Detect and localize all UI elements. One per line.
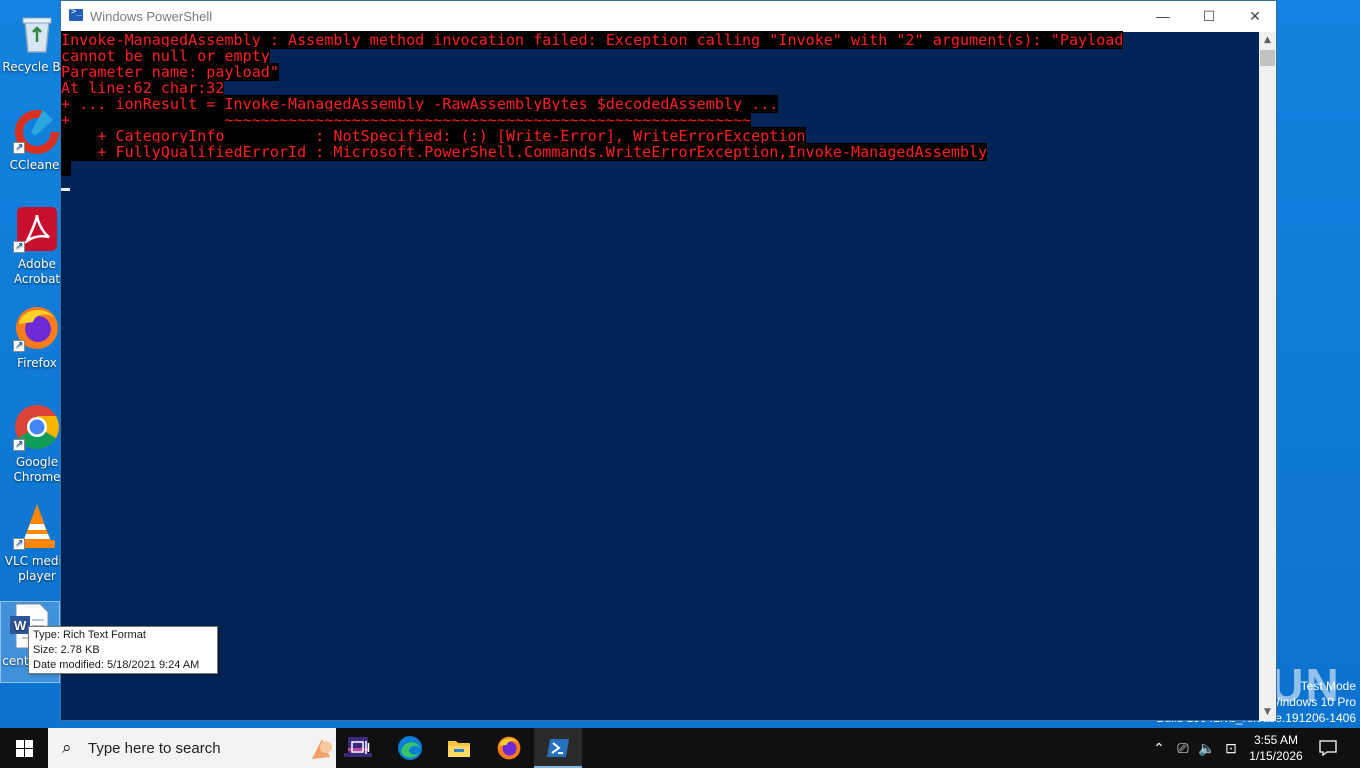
- recycle-bin-icon: [13, 8, 61, 56]
- vlc-icon: [13, 502, 61, 551]
- vertical-scrollbar[interactable]: ▲ ▼: [1259, 32, 1276, 721]
- console-output[interactable]: Invoke-ManagedAssembly : Assembly method…: [61, 31, 1260, 721]
- powershell-window[interactable]: Windows PowerShell — ☐ ✕ Invoke-ManagedA…: [60, 0, 1277, 721]
- windows-logo-pane: [16, 749, 24, 757]
- tooltip-size: Size: 2.78 KB: [33, 644, 100, 656]
- clock-date: 1/15/2026: [1249, 749, 1303, 763]
- chrome-icon: [13, 403, 61, 452]
- console-line: + CategoryInfo : NotSpecified: (:) [Writ…: [61, 127, 806, 145]
- windows-logo-icon: [16, 740, 24, 748]
- desktop-icon-label: Adobe Acrobat: [13, 257, 61, 286]
- console-cursor-line: [61, 176, 1260, 192]
- taskbar: ⌕ Type here to search ⌃ ⎚ 🔈 ⊡ 3:55 AM 1/…: [0, 728, 1360, 768]
- shortcut-arrow-icon: [13, 239, 25, 254]
- show-hidden-icons-chevron-icon[interactable]: ⌃: [1148, 728, 1170, 768]
- shortcut-arrow-icon: [13, 140, 25, 155]
- console-line: + FullyQualifiedErrorId : Microsoft.Powe…: [61, 143, 988, 161]
- edge-taskbar-button[interactable]: [386, 728, 434, 768]
- console-line: Invoke-ManagedAssembly : Assembly method…: [61, 31, 1124, 49]
- close-button[interactable]: ✕: [1232, 1, 1278, 32]
- windows-logo-pane: [25, 740, 33, 748]
- minimize-button[interactable]: —: [1140, 1, 1186, 32]
- text-cursor: [61, 188, 70, 191]
- console-prompt-line: [61, 160, 1260, 176]
- search-icon: ⌕: [62, 738, 72, 757]
- scroll-up-arrow-icon[interactable]: ▲: [1259, 32, 1276, 49]
- desktop-icon-label: Firefox: [17, 356, 57, 370]
- powershell-icon: [547, 739, 569, 757]
- console-line: Parameter name: payload": [61, 63, 279, 81]
- powershell-icon: [69, 7, 83, 21]
- edge-icon: [398, 736, 422, 760]
- desktop-icon-label: CCleaner: [9, 158, 65, 172]
- taskbar-clock[interactable]: 3:55 AM 1/15/2026: [1244, 732, 1308, 764]
- scroll-down-arrow-icon[interactable]: ▼: [1259, 704, 1276, 721]
- network-status-icon[interactable]: ⎚: [1172, 728, 1194, 768]
- window-titlebar[interactable]: Windows PowerShell — ☐ ✕: [61, 1, 1276, 32]
- file-explorer-taskbar-button[interactable]: [435, 728, 483, 768]
- console-line: + ... ionResult = Invoke-ManagedAssembly…: [61, 95, 779, 113]
- window-title: Windows PowerShell: [90, 9, 213, 24]
- tooltip-type: Type: Rich Text Format: [33, 629, 146, 641]
- console-cursor-cell: [61, 160, 71, 176]
- search-placeholder: Type here to search: [88, 740, 221, 757]
- svg-text:W: W: [14, 618, 27, 633]
- notifications-button[interactable]: [1316, 728, 1340, 768]
- ccleaner-icon: [13, 106, 61, 155]
- volume-icon[interactable]: 🔈: [1196, 728, 1218, 768]
- task-view-icon: [351, 741, 370, 754]
- shortcut-arrow-icon: [13, 536, 25, 551]
- desktop-icon-label: Google Chrome: [13, 455, 61, 484]
- notification-icon: [1319, 740, 1337, 757]
- shortcut-arrow-icon: [13, 338, 25, 353]
- start-button[interactable]: [0, 728, 48, 768]
- firefox-icon: [13, 304, 61, 353]
- file-tooltip: Type: Rich Text Format Size: 2.78 KB Dat…: [28, 626, 218, 674]
- console-line: At line:62 char:32: [61, 79, 225, 97]
- clock-time: 3:55 AM: [1253, 733, 1299, 747]
- windows-logo-pane: [25, 749, 33, 757]
- folder-icon: [448, 741, 470, 757]
- scrollbar-thumb[interactable]: [1260, 50, 1275, 66]
- console-line: + ~~~~~~~~~~~~~~~~~~~~~~~~~~~~~~~~~~~~~~…: [61, 111, 752, 129]
- maximize-button[interactable]: ☐: [1186, 1, 1232, 32]
- firefox-taskbar-button[interactable]: [485, 728, 533, 768]
- powershell-taskbar-button[interactable]: [534, 728, 582, 768]
- console-line: cannot be null or empty: [61, 47, 270, 65]
- shortcut-arrow-icon: [13, 437, 25, 452]
- task-view-button[interactable]: [336, 728, 384, 768]
- acrobat-icon: [13, 205, 61, 254]
- taskbar-search-box[interactable]: ⌕ Type here to search: [48, 728, 372, 768]
- connect-icon[interactable]: ⊡: [1220, 728, 1242, 768]
- firefox-icon: [497, 736, 521, 760]
- tooltip-date: Date modified: 5/18/2021 9:24 AM: [33, 659, 200, 671]
